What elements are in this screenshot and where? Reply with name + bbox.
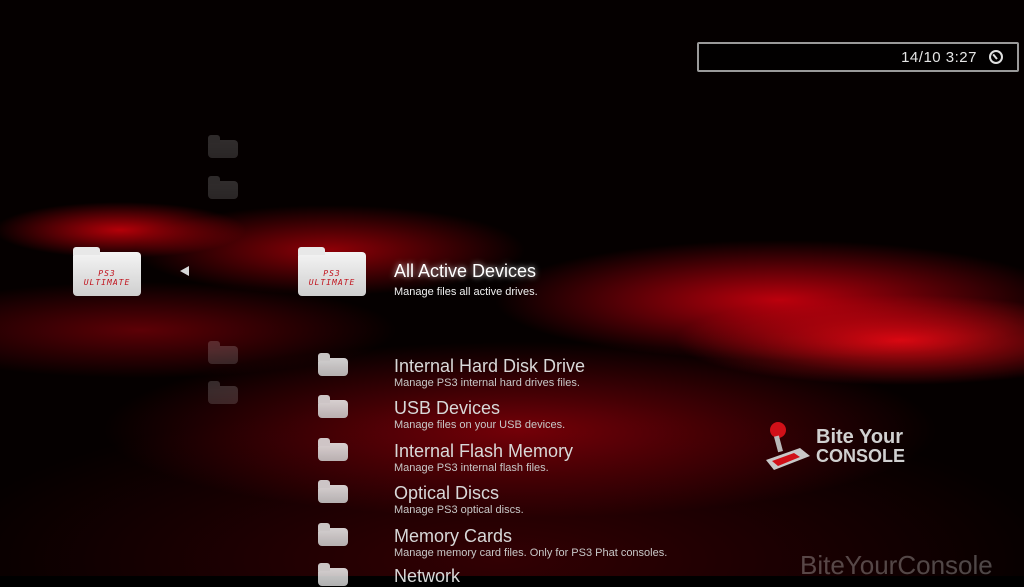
clock-icon xyxy=(989,50,1003,64)
joystick-icon xyxy=(766,422,810,470)
list-item-title: Network xyxy=(394,566,461,586)
list-item-title: USB Devices xyxy=(394,398,501,418)
selected-item-folder-icon[interactable]: PS3 ULTIMATE xyxy=(298,247,366,296)
clock-panel: 14/10 3:27 xyxy=(697,42,1019,72)
category-folder-icon[interactable] xyxy=(208,176,238,199)
list-item-network[interactable]: Network xyxy=(394,566,460,587)
back-arrow-icon[interactable] xyxy=(180,266,189,276)
memory-card-folder-icon[interactable] xyxy=(318,523,348,546)
category-folder-icon[interactable] xyxy=(208,341,238,364)
selected-item-title[interactable]: All Active Devices xyxy=(394,261,536,282)
list-item-internal-hdd[interactable]: Internal Hard Disk Drive Manage PS3 inte… xyxy=(394,356,585,389)
hdd-folder-icon[interactable] xyxy=(318,353,348,376)
list-item-title: Internal Hard Disk Drive xyxy=(394,356,586,376)
list-item-title: Internal Flash Memory xyxy=(394,441,574,461)
list-item-title: Optical Discs xyxy=(394,483,500,503)
network-folder-icon[interactable] xyxy=(318,563,348,586)
category-folder-icon[interactable] xyxy=(208,135,238,158)
folder-label: PS3 ULTIMATE xyxy=(308,268,356,287)
brand-logo: Bite Your CONSOLE xyxy=(764,420,914,472)
clock-time: 14/10 3:27 xyxy=(901,49,977,66)
category-folder-icon[interactable] xyxy=(208,381,238,404)
list-item-internal-flash[interactable]: Internal Flash Memory Manage PS3 interna… xyxy=(394,441,573,474)
folder-label: PS3 ULTIMATE xyxy=(83,268,131,287)
flash-folder-icon[interactable] xyxy=(318,438,348,461)
optical-folder-icon[interactable] xyxy=(318,480,348,503)
list-item-description: Manage PS3 optical discs. xyxy=(394,504,524,516)
list-item-description: Manage PS3 internal flash files. xyxy=(394,462,549,474)
usb-folder-icon[interactable] xyxy=(318,395,348,418)
list-item-memory-cards[interactable]: Memory Cards Manage memory card files. O… xyxy=(394,526,667,559)
list-item-description: Manage files on your USB devices. xyxy=(394,419,566,431)
brand-line2: CONSOLE xyxy=(816,446,906,466)
watermark: BiteYourConsole xyxy=(800,550,993,580)
list-item-optical-discs[interactable]: Optical Discs Manage PS3 optical discs. xyxy=(394,483,524,516)
category-folder-ps3-ultimate-icon[interactable]: PS3 ULTIMATE xyxy=(73,247,141,296)
selected-item-description: Manage files all active drives. xyxy=(394,286,538,298)
list-item-usb-devices[interactable]: USB Devices Manage files on your USB dev… xyxy=(394,398,565,431)
list-item-title: Memory Cards xyxy=(394,526,513,546)
list-item-description: Manage memory card files. Only for PS3 P… xyxy=(394,547,668,559)
list-item-description: Manage PS3 internal hard drives files. xyxy=(394,377,580,389)
